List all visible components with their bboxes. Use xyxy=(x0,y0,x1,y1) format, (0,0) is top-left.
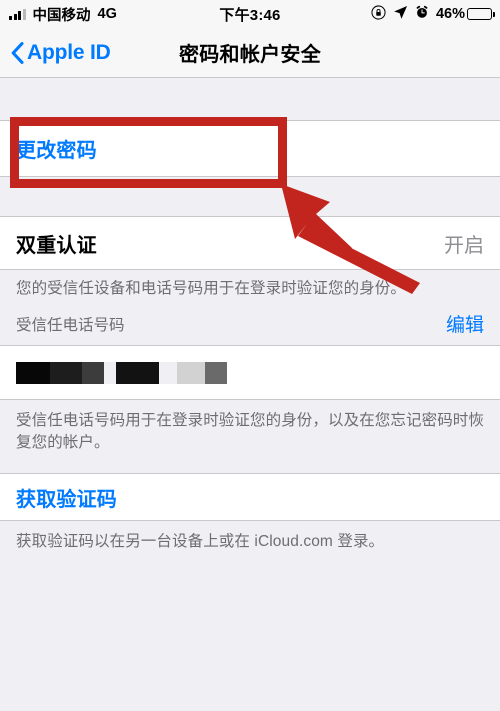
get-verification-code-label: 获取验证码 xyxy=(16,488,117,511)
redacted-phone-number xyxy=(16,361,227,384)
two-factor-description: 您的受信任设备和电话号码用于在登录时验证您的身份。 xyxy=(16,280,407,297)
location-arrow-icon xyxy=(393,5,408,24)
change-password-label: 更改密码 xyxy=(16,140,97,162)
two-factor-auth-label: 双重认证 xyxy=(16,234,97,257)
two-factor-auth-row[interactable]: 双重认证 开启 xyxy=(0,216,500,270)
chevron-left-icon xyxy=(11,41,24,64)
settings-list: 更改密码 双重认证 开启 您的受信任设备和电话号码用于在登录时验证您的身份。 受… xyxy=(0,78,500,559)
battery-percent-label: 46% xyxy=(435,6,465,22)
status-bar: 中国移动 4G 下午3:46 46% xyxy=(0,0,500,28)
back-button-label: Apple ID xyxy=(27,40,111,64)
battery-indicator: 46% xyxy=(435,6,495,22)
change-password-row[interactable]: 更改密码 xyxy=(0,120,500,177)
trusted-phone-header: 受信任电话号码 编辑 xyxy=(0,306,500,345)
edit-button[interactable]: 编辑 xyxy=(446,310,484,337)
navigation-bar: Apple ID 密码和帐户安全 xyxy=(0,28,500,78)
alarm-clock-icon xyxy=(415,5,429,23)
get-verification-code-row[interactable]: 获取验证码 xyxy=(0,473,500,521)
trusted-phone-footer: 受信任电话号码用于在登录时验证您的身份，以及在您忘记密码时恢复您的帐户。 xyxy=(16,412,485,451)
spacer-top xyxy=(0,78,500,120)
status-bar-right: 46% xyxy=(371,0,495,28)
phone-screen: 中国移动 4G 下午3:46 46% Apple ID 密码和帐户安全 更改密码… xyxy=(0,0,500,711)
trusted-phone-number-row[interactable] xyxy=(0,345,500,400)
rotation-lock-icon xyxy=(371,4,386,24)
clock-label: 下午3:46 xyxy=(219,6,281,24)
two-factor-auth-status: 开启 xyxy=(444,234,484,257)
verification-code-footer: 获取验证码以在另一台设备上或在 iCloud.com 登录。 xyxy=(16,533,385,550)
trusted-phone-label: 受信任电话号码 xyxy=(16,316,125,334)
back-button[interactable]: Apple ID xyxy=(0,41,111,65)
battery-icon xyxy=(467,8,495,20)
